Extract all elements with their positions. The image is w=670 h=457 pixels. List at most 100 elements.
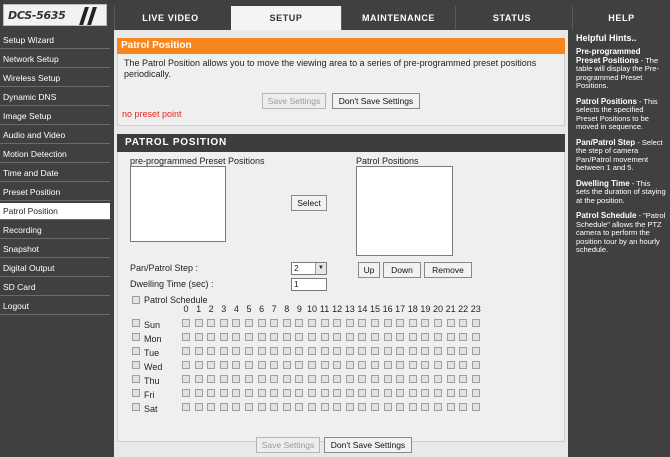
hour-checkbox[interactable] (219, 375, 228, 383)
sidebar-item-recording[interactable]: Recording (0, 222, 110, 239)
hour-checkbox[interactable] (270, 361, 279, 369)
sidebar-item-digital-output[interactable]: Digital Output (0, 260, 110, 277)
hour-checkbox[interactable] (282, 375, 291, 383)
hour-checkbox[interactable] (358, 361, 367, 369)
hour-checkbox[interactable] (295, 333, 304, 341)
hour-checkbox[interactable] (295, 389, 304, 397)
hour-checkbox[interactable] (396, 347, 405, 355)
hour-checkbox[interactable] (232, 333, 241, 341)
hour-checkbox[interactable] (232, 347, 241, 355)
hour-checkbox[interactable] (471, 403, 480, 411)
patrol-positions-list[interactable] (356, 166, 453, 256)
hour-checkbox[interactable] (459, 375, 468, 383)
hour-checkbox[interactable] (308, 375, 316, 383)
up-button[interactable]: Up (358, 262, 380, 278)
hour-checkbox[interactable] (245, 347, 253, 355)
hour-checkbox[interactable] (358, 347, 367, 355)
hour-checkbox[interactable] (257, 389, 266, 397)
dwelling-time-input[interactable]: 1 (291, 278, 327, 291)
hour-checkbox[interactable] (182, 319, 190, 327)
hour-checkbox[interactable] (207, 319, 216, 327)
hour-checkbox[interactable] (295, 375, 304, 383)
hour-checkbox[interactable] (358, 389, 367, 397)
day-checkbox-sat[interactable] (132, 403, 140, 411)
hour-checkbox[interactable] (383, 333, 392, 341)
hour-checkbox[interactable] (282, 347, 291, 355)
hour-checkbox[interactable] (434, 333, 442, 341)
hour-checkbox[interactable] (282, 319, 291, 327)
sidebar-item-wireless-setup[interactable]: Wireless Setup (0, 70, 110, 87)
tab-help[interactable]: HELP (572, 6, 670, 30)
hour-checkbox[interactable] (219, 403, 228, 411)
hour-checkbox[interactable] (219, 389, 228, 397)
hour-checkbox[interactable] (257, 319, 266, 327)
hour-checkbox[interactable] (371, 347, 379, 355)
hour-checkbox[interactable] (282, 333, 291, 341)
hour-checkbox[interactable] (207, 375, 216, 383)
hour-checkbox[interactable] (371, 403, 379, 411)
hour-checkbox[interactable] (257, 375, 266, 383)
hour-checkbox[interactable] (396, 389, 405, 397)
hour-checkbox[interactable] (245, 361, 253, 369)
hour-checkbox[interactable] (182, 347, 190, 355)
hour-checkbox[interactable] (459, 347, 468, 355)
hour-checkbox[interactable] (471, 347, 480, 355)
hour-checkbox[interactable] (434, 375, 442, 383)
hour-checkbox[interactable] (471, 389, 480, 397)
hour-checkbox[interactable] (207, 361, 216, 369)
hour-checkbox[interactable] (320, 347, 329, 355)
hour-checkbox[interactable] (333, 361, 342, 369)
hour-checkbox[interactable] (408, 403, 417, 411)
hour-checkbox[interactable] (408, 389, 417, 397)
hour-checkbox[interactable] (371, 319, 379, 327)
hour-checkbox[interactable] (333, 333, 342, 341)
sidebar-item-image-setup[interactable]: Image Setup (0, 108, 110, 125)
hour-checkbox[interactable] (182, 333, 190, 341)
hour-checkbox[interactable] (194, 375, 203, 383)
hour-checkbox[interactable] (471, 319, 480, 327)
hour-checkbox[interactable] (232, 389, 241, 397)
hour-checkbox[interactable] (194, 347, 203, 355)
hour-checkbox[interactable] (245, 319, 253, 327)
sidebar-item-preset-position[interactable]: Preset Position (0, 184, 110, 201)
hour-checkbox[interactable] (282, 361, 291, 369)
day-checkbox-wed[interactable] (132, 361, 140, 369)
hour-checkbox[interactable] (219, 333, 228, 341)
hour-checkbox[interactable] (308, 389, 316, 397)
hour-checkbox[interactable] (345, 333, 354, 341)
hour-checkbox[interactable] (383, 319, 392, 327)
tab-live-video[interactable]: LIVE VIDEO (114, 6, 226, 30)
hour-checkbox[interactable] (182, 403, 190, 411)
pan-patrol-step-select[interactable]: 2 ▼ (291, 262, 327, 275)
dont-save-settings-button-bottom[interactable]: Don't Save Settings (324, 437, 412, 453)
hour-checkbox[interactable] (219, 347, 228, 355)
hour-checkbox[interactable] (308, 319, 316, 327)
hour-checkbox[interactable] (219, 319, 228, 327)
hour-checkbox[interactable] (308, 347, 316, 355)
hour-checkbox[interactable] (459, 333, 468, 341)
hour-checkbox[interactable] (257, 361, 266, 369)
hour-checkbox[interactable] (459, 319, 468, 327)
hour-checkbox[interactable] (434, 389, 442, 397)
sidebar-item-motion-detection[interactable]: Motion Detection (0, 146, 110, 163)
hour-checkbox[interactable] (421, 361, 430, 369)
hour-checkbox[interactable] (308, 361, 316, 369)
day-checkbox-tue[interactable] (132, 347, 140, 355)
hour-checkbox[interactable] (358, 403, 367, 411)
hour-checkbox[interactable] (320, 375, 329, 383)
hour-checkbox[interactable] (320, 361, 329, 369)
hour-checkbox[interactable] (295, 347, 304, 355)
day-checkbox-thu[interactable] (132, 375, 140, 383)
hour-checkbox[interactable] (345, 403, 354, 411)
day-checkbox-sun[interactable] (132, 319, 140, 327)
hour-checkbox[interactable] (383, 361, 392, 369)
hour-checkbox[interactable] (320, 403, 329, 411)
hour-checkbox[interactable] (270, 403, 279, 411)
hour-checkbox[interactable] (320, 333, 329, 341)
hour-checkbox[interactable] (270, 389, 279, 397)
hour-checkbox[interactable] (245, 375, 253, 383)
hour-checkbox[interactable] (371, 375, 379, 383)
hour-checkbox[interactable] (471, 361, 480, 369)
hour-checkbox[interactable] (194, 361, 203, 369)
hour-checkbox[interactable] (282, 389, 291, 397)
